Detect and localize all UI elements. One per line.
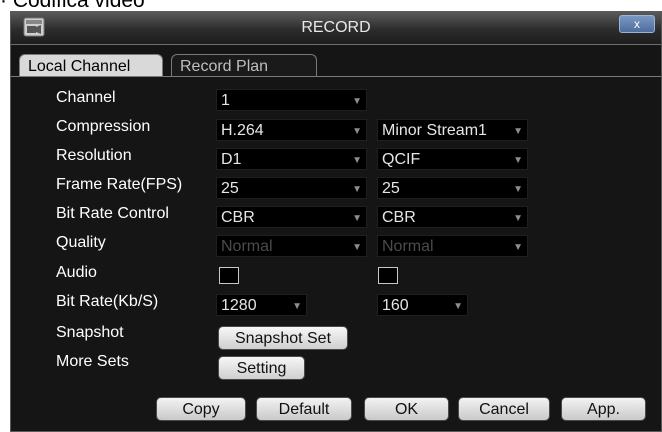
bit-rate-control-extra-value: CBR (382, 209, 416, 226)
bit-rate-main-value: 1280 (221, 297, 257, 314)
tab-record-plan[interactable]: Record Plan (171, 54, 317, 76)
chevron-down-icon: ▼ (513, 242, 523, 253)
bit-rate-extra-select[interactable]: 160 ▼ (377, 294, 468, 316)
more-sets-label: More Sets (56, 353, 129, 370)
compression-select[interactable]: H.264 ▼ (216, 119, 367, 141)
close-button[interactable]: x (619, 15, 655, 33)
resolution-extra-value: QCIF (382, 151, 421, 168)
frame-rate-extra-value: 25 (382, 180, 400, 197)
title-bar: RECORD x (11, 12, 661, 45)
compression-label: Compression (56, 118, 151, 135)
bit-rate-control-main-value: CBR (221, 209, 255, 226)
bit-rate-control-main-select[interactable]: CBR ▼ (216, 206, 367, 228)
bit-rate-control-label: Bit Rate Control (56, 205, 169, 222)
frame-rate-main-select[interactable]: 25 ▼ (216, 177, 367, 199)
apply-button[interactable]: App. (561, 397, 646, 421)
tab-local-channel[interactable]: Local Channel (19, 54, 163, 76)
channel-value: 1 (221, 92, 230, 109)
bit-rate-main-select[interactable]: 1280 ▼ (216, 294, 307, 316)
chevron-down-icon: ▼ (513, 184, 523, 195)
quality-extra-value: Normal (382, 238, 434, 255)
quality-extra-select: Normal ▼ (377, 235, 528, 257)
copy-button[interactable]: Copy (156, 397, 246, 421)
ok-button[interactable]: OK (364, 397, 449, 421)
chevron-down-icon: ▼ (453, 301, 463, 312)
channel-label: Channel (56, 89, 116, 106)
cancel-button[interactable]: Cancel (458, 397, 550, 421)
quality-main-select: Normal ▼ (216, 235, 367, 257)
record-dialog: RECORD x Local Channel Record Plan Chann… (10, 11, 662, 432)
chevron-down-icon: ▼ (352, 184, 362, 195)
chevron-down-icon: ▼ (352, 242, 362, 253)
channel-select[interactable]: 1 ▼ (216, 89, 367, 111)
frame-rate-label: Frame Rate(FPS) (56, 176, 183, 193)
tab-bar: Local Channel Record Plan (11, 54, 661, 77)
resolution-main-value: D1 (221, 151, 242, 168)
resolution-main-select[interactable]: D1 ▼ (216, 148, 367, 170)
stream-value: Minor Stream1 (382, 122, 487, 139)
audio-label: Audio (56, 264, 97, 281)
chevron-down-icon: ▼ (513, 213, 523, 224)
compression-value: H.264 (221, 122, 264, 139)
quality-label: Quality (56, 234, 106, 251)
chevron-down-icon: ▼ (292, 301, 302, 312)
quality-main-value: Normal (221, 238, 273, 255)
bit-rate-control-extra-select[interactable]: CBR ▼ (377, 206, 528, 228)
default-button[interactable]: Default (256, 397, 352, 421)
audio-main-checkbox[interactable] (219, 267, 239, 284)
bit-rate-label: Bit Rate(Kb/S) (56, 293, 159, 310)
close-icon: x (634, 17, 640, 31)
window-title: RECORD (301, 19, 371, 36)
frame-rate-main-value: 25 (221, 180, 239, 197)
resolution-extra-select[interactable]: QCIF ▼ (377, 148, 528, 170)
bit-rate-extra-value: 160 (382, 297, 409, 314)
chevron-down-icon: ▼ (352, 213, 362, 224)
chevron-down-icon: ▼ (352, 155, 362, 166)
stream-select[interactable]: Minor Stream1 ▼ (377, 119, 528, 141)
setting-button[interactable]: Setting (218, 356, 305, 380)
chevron-down-icon: ▼ (352, 126, 362, 137)
frame-rate-extra-select[interactable]: 25 ▼ (377, 177, 528, 199)
chevron-down-icon: ▼ (513, 155, 523, 166)
snapshot-label: Snapshot (56, 324, 124, 341)
chevron-down-icon: ▼ (352, 96, 362, 107)
snapshot-set-button[interactable]: Snapshot Set (218, 326, 348, 350)
audio-extra-checkbox[interactable] (378, 267, 398, 284)
chevron-down-icon: ▼ (513, 126, 523, 137)
resolution-label: Resolution (56, 147, 132, 164)
